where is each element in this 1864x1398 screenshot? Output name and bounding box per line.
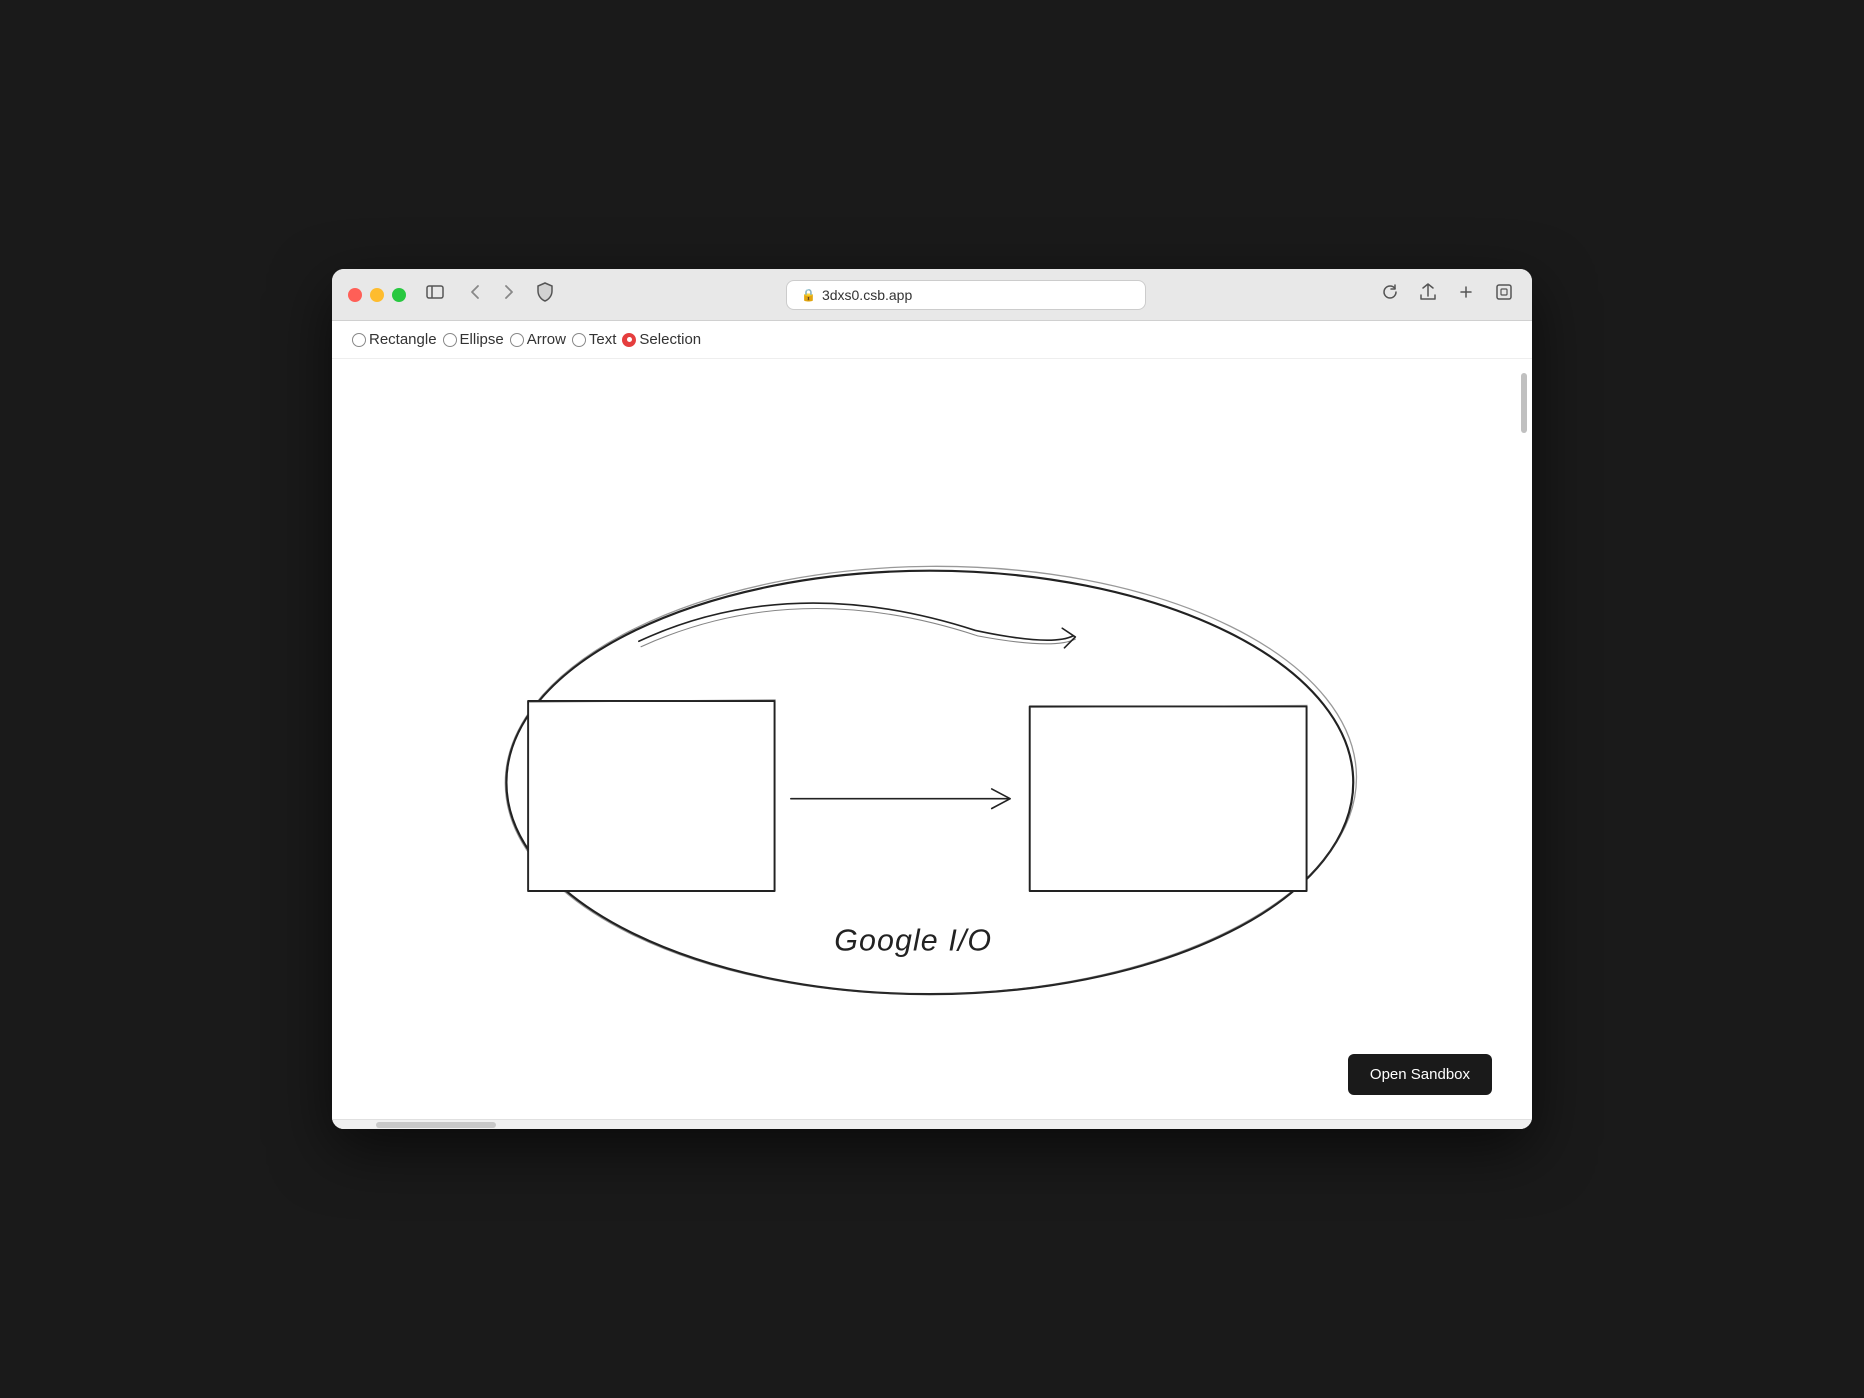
close-button[interactable] — [348, 288, 362, 302]
new-tab-button[interactable] — [1454, 280, 1478, 309]
vertical-scrollbar[interactable] — [1520, 359, 1528, 1119]
horizontal-scrollbar[interactable] — [332, 1119, 1532, 1129]
tabs-button[interactable] — [1492, 280, 1516, 309]
drawing-toolbar: Rectangle Ellipse Arrow Text Selection — [332, 321, 1532, 359]
tool-arrow[interactable]: Arrow — [510, 331, 566, 348]
minimize-button[interactable] — [370, 288, 384, 302]
shield-icon — [536, 282, 554, 307]
forward-button[interactable] — [498, 280, 520, 309]
drawing-canvas[interactable]: Google I/O — [332, 359, 1532, 1119]
google-io-label: Google I/O — [834, 924, 992, 958]
address-bar-container: 🔒 3dxs0.csb.app — [566, 280, 1366, 310]
radio-text[interactable] — [572, 333, 586, 347]
horizontal-scrollbar-thumb[interactable] — [376, 1122, 496, 1128]
maximize-button[interactable] — [392, 288, 406, 302]
traffic-lights — [348, 288, 406, 302]
radio-rectangle[interactable] — [352, 333, 366, 347]
open-sandbox-button[interactable]: Open Sandbox — [1348, 1054, 1492, 1095]
browser-window: 🔒 3dxs0.csb.app — [332, 269, 1532, 1129]
radio-ellipse[interactable] — [443, 333, 457, 347]
radio-arrow[interactable] — [510, 333, 524, 347]
back-button[interactable] — [464, 280, 486, 309]
share-button[interactable] — [1416, 279, 1440, 310]
radio-selection[interactable] — [622, 333, 636, 347]
tool-selection[interactable]: Selection — [622, 331, 701, 348]
reload-button[interactable] — [1378, 280, 1402, 309]
sidebar-toggle-button[interactable] — [418, 281, 452, 308]
canvas-area[interactable]: Google I/O Open Sandbox — [332, 359, 1532, 1119]
lock-icon: 🔒 — [801, 288, 816, 302]
scrollbar-thumb[interactable] — [1521, 373, 1527, 433]
url-display: 3dxs0.csb.app — [822, 287, 912, 303]
browser-toolbar-right — [1378, 279, 1516, 310]
browser-content: Rectangle Ellipse Arrow Text Selection — [332, 321, 1532, 1129]
title-bar: 🔒 3dxs0.csb.app — [332, 269, 1532, 321]
tool-rectangle[interactable]: Rectangle — [352, 331, 437, 348]
address-bar[interactable]: 🔒 3dxs0.csb.app — [786, 280, 1146, 310]
tool-text[interactable]: Text — [572, 331, 617, 348]
tool-ellipse[interactable]: Ellipse — [443, 331, 504, 348]
